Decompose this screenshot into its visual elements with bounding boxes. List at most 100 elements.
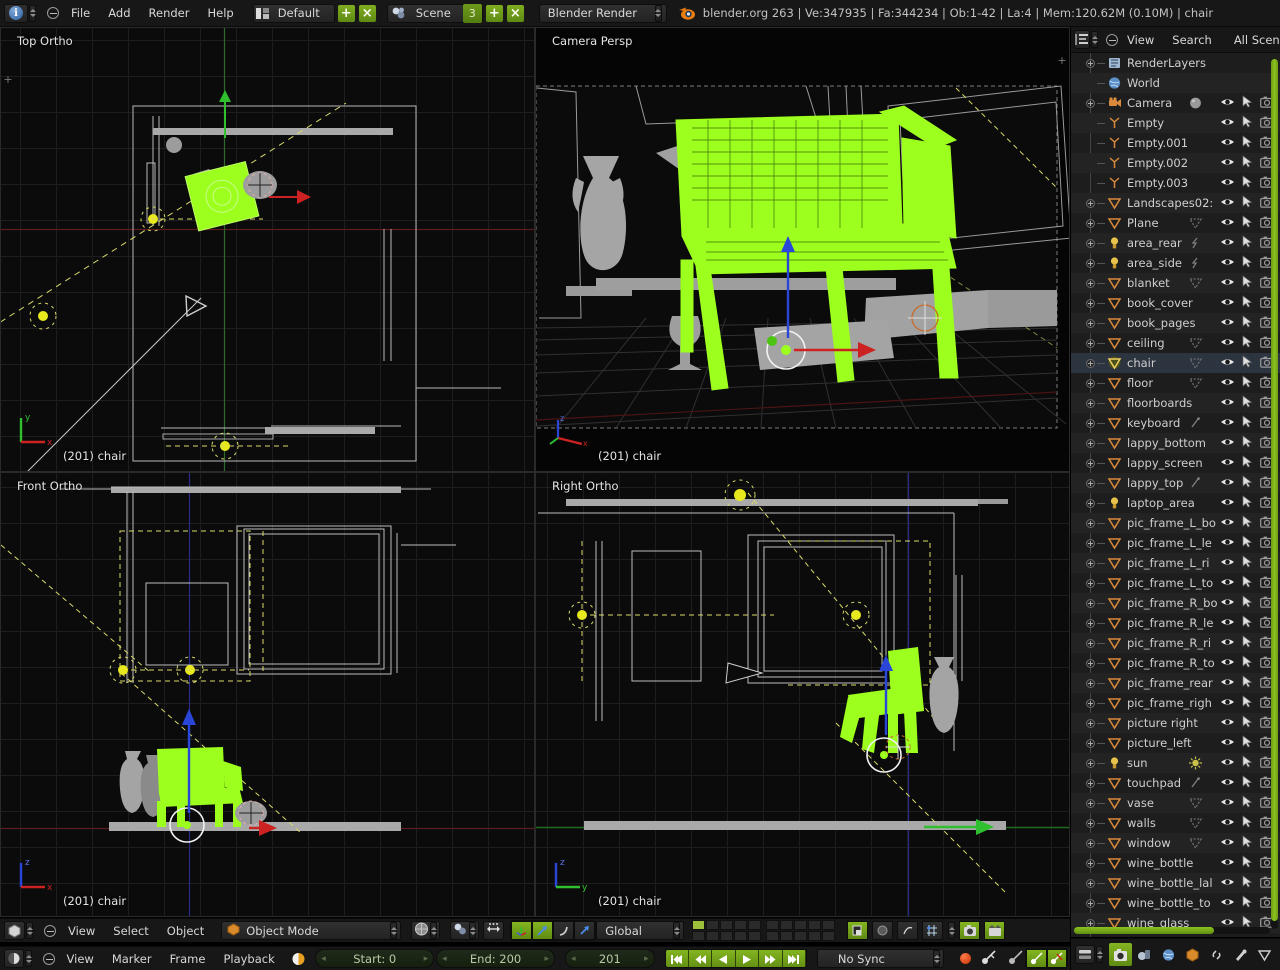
layer-cell[interactable]: [780, 920, 794, 930]
outliner-row[interactable]: area_side: [1071, 253, 1280, 273]
visibility-eye-icon[interactable]: [1220, 116, 1235, 131]
outliner-row[interactable]: Landscapes02:: [1071, 193, 1280, 213]
visibility-eye-icon[interactable]: [1220, 636, 1235, 651]
transform-orientation-selector[interactable]: Global: [596, 921, 685, 940]
outliner-row[interactable]: book_cover: [1071, 293, 1280, 313]
selectable-cursor-icon[interactable]: [1242, 175, 1253, 191]
scene-layers-group-1[interactable]: [692, 920, 762, 941]
end-frame-field[interactable]: ◂ End: 200 ▸: [436, 949, 555, 968]
timeline-menu-frame[interactable]: Frame: [161, 947, 215, 970]
visibility-eye-icon[interactable]: [1220, 556, 1235, 571]
selectable-cursor-icon[interactable]: [1242, 635, 1253, 651]
add-screen-layout-button[interactable]: +: [336, 3, 356, 23]
selectable-cursor-icon[interactable]: [1242, 495, 1253, 511]
viewport-camera-persp[interactable]: Camera Persp (201) chair z x +: [535, 27, 1070, 472]
timeline-collapse-button[interactable]: [40, 950, 58, 968]
visibility-eye-icon[interactable]: [1220, 816, 1235, 831]
outliner-row[interactable]: pic_frame_R_to: [1071, 653, 1280, 673]
outliner-row[interactable]: floor: [1071, 373, 1280, 393]
expand-toggle-icon[interactable]: [1084, 893, 1097, 913]
selectable-cursor-icon[interactable]: [1242, 615, 1253, 631]
render-tab-button[interactable]: [1109, 943, 1132, 966]
outliner-row[interactable]: Empty: [1071, 113, 1280, 133]
outliner-row[interactable]: ceiling: [1071, 333, 1280, 353]
outliner-row[interactable]: window: [1071, 833, 1280, 853]
add-scene-button[interactable]: +: [484, 3, 504, 23]
mod-data-icon[interactable]: [1179, 773, 1211, 793]
visibility-eye-icon[interactable]: [1220, 536, 1235, 551]
layer-cell[interactable]: [692, 920, 706, 930]
expand-toggle-icon[interactable]: [1084, 653, 1097, 673]
visibility-eye-icon[interactable]: [1220, 576, 1235, 591]
expand-toggle-icon[interactable]: [1084, 593, 1097, 613]
outliner-vertical-scrollbar[interactable]: [1271, 59, 1278, 929]
outliner-horizontal-scrollbar[interactable]: [1074, 927, 1270, 934]
render-engine-selector[interactable]: Blender Render: [538, 3, 667, 23]
visibility-eye-icon[interactable]: [1220, 316, 1235, 331]
selectable-cursor-icon[interactable]: [1242, 775, 1253, 791]
mesh-data-icon[interactable]: [1179, 333, 1211, 353]
layer-cell[interactable]: [720, 920, 734, 930]
visibility-eye-icon[interactable]: [1220, 96, 1235, 111]
mesh-data-tab-button[interactable]: [1253, 943, 1276, 966]
outliner-row[interactable]: Empty.001: [1071, 133, 1280, 153]
mesh-data-icon[interactable]: [1179, 793, 1211, 813]
auto-keyframe-record-icon[interactable]: [960, 953, 972, 964]
outliner-row[interactable]: Empty.002: [1071, 153, 1280, 173]
viewport-menu-view[interactable]: View: [59, 919, 104, 943]
selectable-cursor-icon[interactable]: [1242, 755, 1253, 771]
increase-arrow-icon[interactable]: ▸: [424, 954, 429, 964]
expand-toggle-icon[interactable]: [1084, 573, 1097, 593]
visibility-eye-icon[interactable]: [1220, 216, 1235, 231]
viewport-properties-toggle-camera[interactable]: +: [1057, 54, 1067, 67]
visibility-eye-icon[interactable]: [1220, 336, 1235, 351]
visibility-eye-icon[interactable]: [1220, 896, 1235, 911]
shading-spinner[interactable]: [430, 922, 438, 939]
outliner-menu-view[interactable]: View: [1118, 28, 1163, 52]
expand-toggle-icon[interactable]: [1084, 273, 1097, 293]
increase-arrow-icon[interactable]: ▸: [644, 954, 649, 964]
visibility-eye-icon[interactable]: [1220, 716, 1235, 731]
visibility-eye-icon[interactable]: [1220, 756, 1235, 771]
expand-toggle-icon[interactable]: [1084, 53, 1097, 73]
editor-type-info-icon[interactable]: i: [4, 3, 28, 23]
timeline-menu-playback[interactable]: Playback: [214, 947, 283, 970]
menu-render[interactable]: Render: [140, 1, 199, 25]
viewport-menu-select[interactable]: Select: [104, 919, 157, 943]
editor-type-properties-icon[interactable]: [1075, 945, 1095, 964]
mesh-data-icon[interactable]: [1179, 833, 1211, 853]
selectable-cursor-icon[interactable]: [1242, 575, 1253, 591]
expand-toggle-icon[interactable]: [1084, 213, 1097, 233]
outliner-row[interactable]: walls: [1071, 813, 1280, 833]
outliner-row[interactable]: vase: [1071, 793, 1280, 813]
selectable-cursor-icon[interactable]: [1242, 355, 1253, 371]
layer-cell[interactable]: [734, 920, 748, 930]
expand-toggle-icon[interactable]: [1084, 873, 1097, 893]
expand-toggle-icon[interactable]: [1084, 413, 1097, 433]
sync-spinner[interactable]: [933, 950, 941, 967]
visibility-eye-icon[interactable]: [1220, 356, 1235, 371]
expand-toggle-icon[interactable]: [1084, 613, 1097, 633]
visibility-eye-icon[interactable]: [1220, 296, 1235, 311]
mode-spinner[interactable]: [390, 922, 398, 939]
selectable-cursor-icon[interactable]: [1242, 475, 1253, 491]
layer-cell[interactable]: [808, 920, 822, 930]
expand-toggle-icon[interactable]: [1084, 813, 1097, 833]
expand-toggle-icon[interactable]: [1084, 313, 1097, 333]
manipulator-extra-button[interactable]: [574, 921, 596, 940]
selectable-cursor-icon[interactable]: [1242, 275, 1253, 291]
outliner-row[interactable]: picture right: [1071, 713, 1280, 733]
delete-screen-layout-button[interactable]: ×: [357, 3, 377, 23]
outliner-row[interactable]: pic_frame_L_bo: [1071, 513, 1280, 533]
selectable-cursor-icon[interactable]: [1242, 115, 1253, 131]
layer-cell[interactable]: [822, 931, 836, 941]
translate-manipulator-button[interactable]: [511, 921, 533, 940]
expand-toggle-icon[interactable]: [1084, 773, 1097, 793]
lamp-data-icon[interactable]: [1179, 233, 1211, 253]
expand-toggle-icon[interactable]: [1084, 233, 1097, 253]
visibility-eye-icon[interactable]: [1220, 416, 1235, 431]
visibility-eye-icon[interactable]: [1220, 876, 1235, 891]
expand-toggle-icon[interactable]: [1084, 693, 1097, 713]
scrollbar-thumb[interactable]: [1074, 927, 1214, 934]
selectable-cursor-icon[interactable]: [1242, 735, 1253, 751]
